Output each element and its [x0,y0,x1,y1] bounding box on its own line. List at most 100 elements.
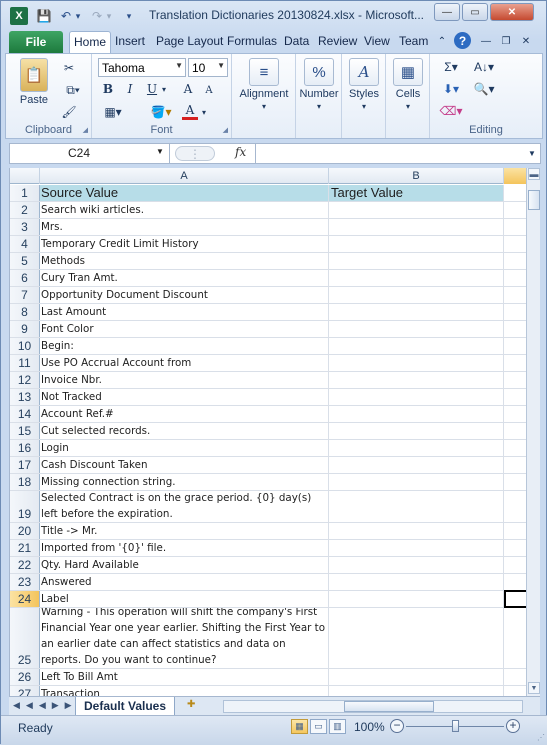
cell-b[interactable] [329,253,504,269]
tab-data[interactable]: Data [284,34,309,48]
fill-color-icon[interactable]: 🪣▾ [148,104,174,120]
column-header-c[interactable] [504,168,526,184]
cell-a[interactable]: Answered [40,574,329,590]
cell-b[interactable] [329,304,504,320]
cell-a[interactable]: Selected Contract is on the grace period… [40,491,329,522]
maximize-button[interactable]: ▭ [462,3,488,21]
tab-formulas[interactable]: Formulas [227,34,277,48]
column-header-b[interactable]: B [329,168,504,184]
row-header[interactable]: 19 [10,491,40,522]
cell-b[interactable] [329,591,504,607]
cell-b1-target-value-header[interactable]: Target Value [329,185,504,201]
cell-b[interactable] [329,219,504,235]
cell-b[interactable] [329,372,504,388]
cell-b[interactable] [329,389,504,405]
styles-button[interactable]: A Styles ▾ [346,58,382,112]
window-restore-doc-icon[interactable]: ❐ [499,34,513,48]
insert-function-icon[interactable]: fx [235,145,246,159]
cell-b[interactable] [329,557,504,573]
fill-down-icon[interactable]: ⬇▾ [438,81,464,97]
row-header[interactable]: 9 [10,321,40,337]
row-header[interactable]: 16 [10,440,40,456]
row-header[interactable]: 8 [10,304,40,320]
name-box[interactable]: C24 ▼ [10,144,170,163]
tab-view[interactable]: View [364,34,390,48]
cut-icon[interactable]: ✂ [60,60,78,76]
cell-b[interactable] [329,474,504,490]
clipboard-launcher-icon[interactable]: ◢ [83,126,88,134]
tab-home[interactable]: Home [69,31,112,54]
cell-a[interactable]: Left To Bill Amt [40,669,329,685]
select-all-corner[interactable] [10,168,40,184]
formula-bar-handle[interactable]: ⋮ [175,146,215,161]
tab-file[interactable]: File [9,31,63,53]
row-header[interactable]: 1 [10,185,40,201]
active-cell-c24[interactable] [504,590,526,608]
zoom-out-button[interactable]: − [390,719,404,733]
find-select-icon[interactable]: 🔍▾ [470,81,498,97]
cell-a[interactable]: Imported from '{0}' file. [40,540,329,556]
font-size-select[interactable]: 10 ▼ [188,58,228,77]
minimize-button[interactable]: — [434,3,460,21]
column-header-a[interactable]: A [40,168,329,184]
vertical-scrollbar[interactable]: ▬ ▼ [526,168,540,696]
autosum-icon[interactable]: Σ ▾ [438,59,464,75]
borders-icon[interactable]: ▦▾ [100,104,126,120]
cell-b[interactable] [329,440,504,456]
row-header[interactable]: 24 [10,591,40,607]
row-header[interactable]: 3 [10,219,40,235]
font-name-select[interactable]: Tahoma ▼ [98,58,186,77]
resize-grip-icon[interactable]: ⋰ [537,733,545,742]
row-header[interactable]: 11 [10,355,40,371]
cell-a[interactable]: Last Amount [40,304,329,320]
row-header[interactable]: 25 [10,608,40,668]
cell-b[interactable] [329,423,504,439]
undo-dropdown-icon[interactable]: ▾ [73,8,83,24]
cell-a[interactable]: Warning - This operation will shift the … [40,608,329,668]
row-header[interactable]: 4 [10,236,40,252]
vertical-scroll-thumb[interactable] [528,190,540,210]
cell-a[interactable]: Missing connection string. [40,474,329,490]
tab-insert[interactable]: Insert [115,34,145,48]
formula-input[interactable] [255,144,527,163]
cell-a[interactable]: Not Tracked [40,389,329,405]
cell-b[interactable] [329,338,504,354]
cell-b[interactable] [329,523,504,539]
cell-a[interactable]: Cury Tran Amt. [40,270,329,286]
row-header[interactable]: 21 [10,540,40,556]
format-painter-icon[interactable]: 🖌 [60,104,78,120]
row-header[interactable]: 23 [10,574,40,590]
scroll-down-arrow-icon[interactable]: ▼ [528,682,540,694]
cell-b[interactable] [329,287,504,303]
cell-b[interactable] [329,236,504,252]
underline-button[interactable]: U [144,81,160,97]
cell-a[interactable]: Methods [40,253,329,269]
sheet-tab-default-values[interactable]: Default Values [75,697,176,716]
zoom-in-button[interactable]: + [506,719,520,733]
cell-a[interactable]: Label [40,591,329,607]
horizontal-scroll-thumb[interactable] [344,701,434,712]
row-header[interactable]: 18 [10,474,40,490]
page-break-view-icon[interactable]: ▥ [329,719,346,734]
font-launcher-icon[interactable]: ◢ [223,126,228,134]
sort-filter-icon[interactable]: A↓▾ [470,59,498,75]
save-icon[interactable]: 💾 [36,8,52,24]
row-header[interactable]: 2 [10,202,40,218]
cell-b[interactable] [329,608,504,668]
page-layout-view-icon[interactable]: ▭ [310,719,327,734]
row-header[interactable]: 20 [10,523,40,539]
bold-button[interactable]: B [100,81,116,97]
redo-dropdown-icon[interactable]: ▾ [104,8,114,24]
paste-button[interactable]: 📋 Paste [14,58,54,106]
excel-app-icon[interactable]: X [10,7,28,25]
font-color-button[interactable]: A [182,102,198,120]
row-header[interactable]: 6 [10,270,40,286]
cell-a[interactable]: Login [40,440,329,456]
cell-b[interactable] [329,406,504,422]
cell-a[interactable]: Cash Discount Taken [40,457,329,473]
cell-a[interactable]: Transaction [40,686,329,696]
tab-page-layout[interactable]: Page Layout [156,34,223,48]
row-header[interactable]: 5 [10,253,40,269]
row-header[interactable]: 13 [10,389,40,405]
window-close-doc-icon[interactable]: ✕ [519,34,533,48]
